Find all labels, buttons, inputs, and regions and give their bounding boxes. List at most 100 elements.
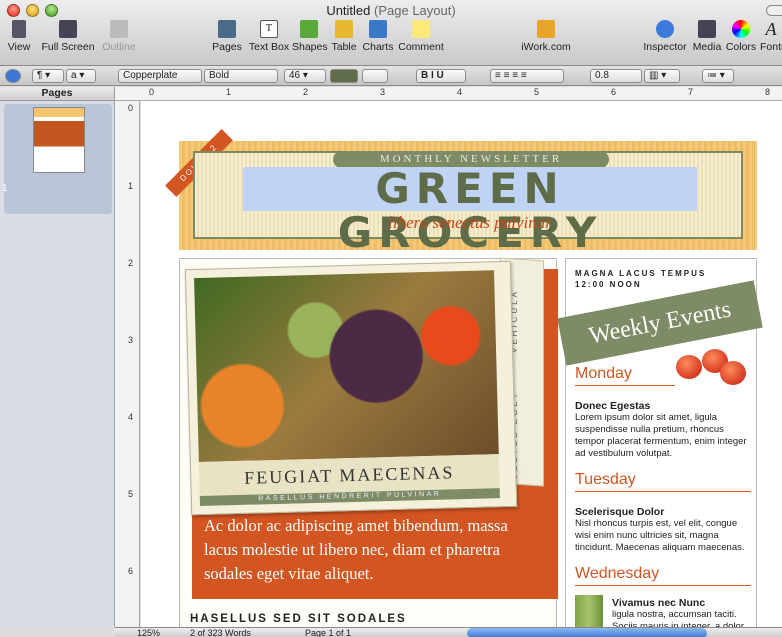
event-text[interactable]: Lorem ipsum dolor sit amet, ligula suspe… [575, 412, 753, 460]
tomato-image[interactable] [720, 361, 746, 385]
document-mode: (Page Layout) [374, 3, 456, 18]
view-label: View [7, 41, 31, 53]
colors-button[interactable]: Colors [724, 20, 758, 53]
columns-popup[interactable]: ▥ ▾ [644, 69, 680, 83]
ruler-h-label: 5 [534, 87, 540, 97]
ruler-v-label: 2 [128, 258, 134, 268]
pages-icon [218, 20, 236, 38]
photo-card[interactable]: FEUGIAT MAECENAS RASELLUS HENDRERIT PULV… [184, 260, 518, 516]
event-title[interactable]: Donec Egestas [575, 400, 650, 412]
character-style-value: a [71, 70, 77, 81]
ruler-v-label: 4 [128, 412, 134, 422]
page-thumbnail[interactable] [33, 107, 85, 173]
day-heading-monday[interactable]: Monday [575, 365, 675, 386]
ruler-h-label: 4 [457, 87, 463, 97]
event-title[interactable]: Vivamus nec Nunc [612, 597, 705, 609]
events-header-line-1: MAGNA LACUS TEMPUS [575, 269, 707, 278]
table-button[interactable]: Table [330, 20, 358, 53]
ruler-v-label: 1 [128, 181, 134, 191]
color-wheel-icon [732, 20, 750, 38]
page-thumbnail-selected[interactable]: 1 [2, 104, 112, 214]
ruler-v-label: 0 [128, 103, 134, 113]
comment-icon [412, 20, 430, 38]
media-button[interactable]: Media [690, 20, 724, 53]
zoom-popup[interactable]: 125% [137, 628, 160, 637]
character-style-popup[interactable]: a ▾ [66, 69, 96, 83]
tagline[interactable]: libero senectus pulvinar [195, 213, 745, 233]
vegetable-basket-photo[interactable] [194, 270, 499, 463]
typeface-value: Bold [209, 70, 230, 81]
page-count: Page 1 of 1 [305, 628, 352, 637]
toolbar-toggle-button[interactable] [766, 5, 782, 16]
shapes-button[interactable]: Shapes [292, 20, 328, 53]
text-mode-button[interactable] [5, 69, 21, 83]
ruler-h-label: 6 [611, 87, 617, 97]
newsletter-title[interactable]: GREEN GROCERY [243, 167, 697, 255]
font-size-field[interactable]: 46 ▾ [284, 69, 326, 83]
highlight-color-well[interactable] [362, 69, 388, 83]
outline-label: Outline [102, 41, 136, 53]
tomato-image[interactable] [676, 355, 702, 379]
day-heading-tuesday[interactable]: Tuesday [575, 471, 751, 492]
fonts-button[interactable]: A Fonts [760, 20, 782, 53]
table-icon [335, 20, 353, 38]
charts-button[interactable]: Charts [362, 20, 394, 53]
comment-button[interactable]: Comment [398, 20, 444, 53]
day-heading-wednesday[interactable]: Wednesday [575, 565, 751, 586]
events-header[interactable]: MAGNA LACUS TEMPUS 12:00 NOON [575, 268, 706, 290]
iwork-button[interactable]: iWork.com [518, 20, 574, 53]
charts-label: Charts [362, 41, 394, 53]
fonts-icon: A [765, 20, 777, 39]
event-text[interactable]: Nisl rhoncus turpis est, vel elit, congu… [575, 518, 753, 554]
asparagus-image[interactable] [575, 595, 603, 627]
horizontal-scrollbar[interactable] [467, 628, 707, 637]
document-canvas[interactable]: DOLOR 2 MONTHLY NEWSLETTER GREEN GROCERY… [141, 101, 782, 627]
full-screen-button[interactable]: Full Screen [38, 20, 98, 53]
media-icon [698, 20, 716, 38]
ruler-v-label: 6 [128, 566, 134, 576]
font-size-value: 46 [289, 70, 301, 81]
masthead[interactable]: DOLOR 2 MONTHLY NEWSLETTER GREEN GROCERY… [165, 129, 757, 255]
bold-italic-underline-buttons[interactable]: B I U [416, 69, 466, 83]
view-icon [12, 20, 26, 38]
line-spacing-field[interactable]: 0.8 [590, 69, 642, 83]
events-column: MAGNA LACUS TEMPUS 12:00 NOON Weekly Eve… [557, 258, 763, 627]
weekly-events-banner[interactable]: Weekly Events [557, 280, 763, 366]
shapes-icon [300, 20, 318, 38]
pages-header: Pages [0, 87, 114, 101]
page-number: 1 [2, 183, 8, 194]
typeface-popup[interactable]: Bold [204, 69, 278, 83]
inspector-button[interactable]: Inspector [640, 20, 690, 53]
feature-column: VEHICULA LECTUS EGET FEUGIAT MAECENAS RA… [179, 257, 558, 627]
text-color-well[interactable] [330, 69, 358, 83]
masthead-frame: MONTHLY NEWSLETTER GREEN GROCERY libero … [193, 151, 745, 255]
ruler-h-label: 8 [765, 87, 771, 97]
comment-label: Comment [398, 41, 444, 53]
view-button[interactable]: View [6, 20, 32, 53]
horizontal-ruler[interactable]: 0 1 2 3 4 5 6 7 8 [115, 87, 782, 101]
iwork-label: iWork.com [521, 41, 571, 53]
window-toolbar: Untitled (Page Layout) View Full Screen … [0, 0, 782, 66]
charts-icon [369, 20, 387, 38]
alignment-buttons[interactable]: ≡ ≡ ≡ ≡ [490, 69, 564, 83]
paragraph-style-popup[interactable]: ¶ ▾ [32, 69, 64, 83]
ruler-h-label: 1 [226, 87, 232, 97]
full-screen-icon [59, 20, 77, 38]
text-box-button[interactable]: T Text Box [248, 20, 290, 53]
outline-button[interactable]: Outline [100, 20, 138, 53]
ruler-v-label: 3 [128, 335, 134, 345]
event-text[interactable]: ligula nostra, accumsan taciti. Sociis m… [612, 609, 752, 627]
ruler-h-label: 3 [380, 87, 386, 97]
fonts-label: Fonts [760, 41, 782, 53]
ruler-h-label: 2 [303, 87, 309, 97]
pages-button[interactable]: Pages [212, 20, 242, 53]
vertical-ruler[interactable]: 0 1 2 3 4 5 6 [115, 101, 140, 627]
section-heading[interactable]: HASELLUS SED SIT SODALES [190, 613, 407, 625]
list-popup[interactable]: ≔ ▾ [702, 69, 734, 83]
font-family-popup[interactable]: Copperplate [118, 69, 202, 83]
outline-icon [110, 20, 128, 38]
event-title[interactable]: Scelerisque Dolor [575, 506, 664, 518]
media-label: Media [692, 41, 722, 53]
side-text-top: VEHICULA [510, 288, 519, 353]
feature-body-text[interactable]: Ac dolor ac adipiscing amet bibendum, ma… [204, 514, 540, 586]
